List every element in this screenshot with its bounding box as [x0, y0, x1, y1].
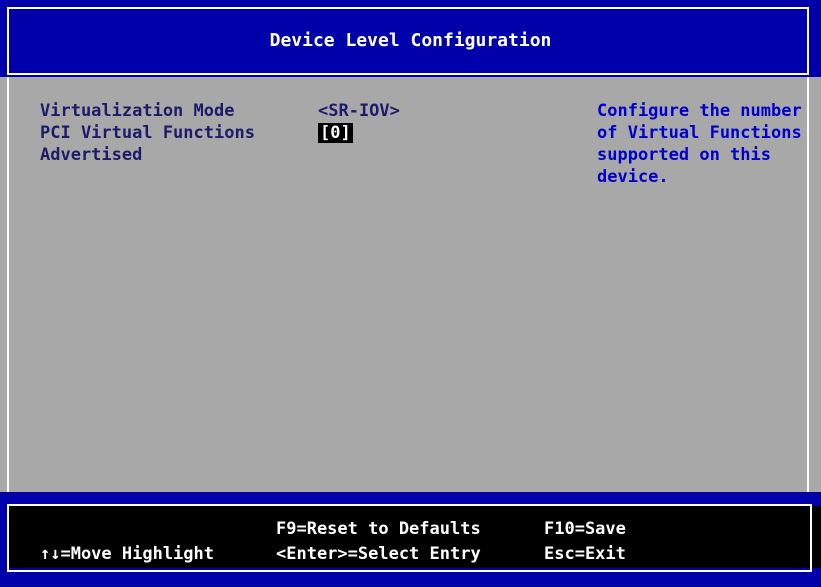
footer-reset-defaults: F9=Reset to Defaults [276, 519, 481, 539]
setting-label-pci-virtual-functions-line2[interactable]: Advertised [40, 144, 142, 166]
help-line: supported on this [597, 145, 771, 165]
footer-select-entry: <Enter>=Select Entry [276, 544, 481, 564]
help-panel: Configure the number of Virtual Function… [597, 100, 812, 188]
highlighted-value-field[interactable]: [0] [318, 123, 353, 143]
footer-exit: Esc=Exit [544, 544, 626, 564]
setting-value-virtualization-mode[interactable]: <SR-IOV> [318, 100, 400, 122]
footer-move-highlight: ↑↓=Move Highlight [40, 544, 214, 564]
page-title: Device Level Configuration [269, 30, 552, 51]
title-divider [7, 73, 809, 75]
help-line: of Virtual Functions [597, 123, 802, 143]
title-bar: Device Level Configuration [0, 0, 821, 77]
content-frame-left [7, 77, 9, 493]
setting-label-virtualization-mode[interactable]: Virtualization Mode [40, 100, 234, 122]
footer-save: F10=Save [544, 519, 626, 539]
setting-value-pci-virtual-functions[interactable]: [0] [318, 122, 353, 144]
help-line: device. [597, 167, 669, 187]
help-line: Configure the number [597, 101, 802, 121]
setting-label-pci-virtual-functions[interactable]: PCI Virtual Functions [40, 122, 255, 144]
bios-screen: Device Level Configuration Virtualizatio… [0, 0, 821, 587]
